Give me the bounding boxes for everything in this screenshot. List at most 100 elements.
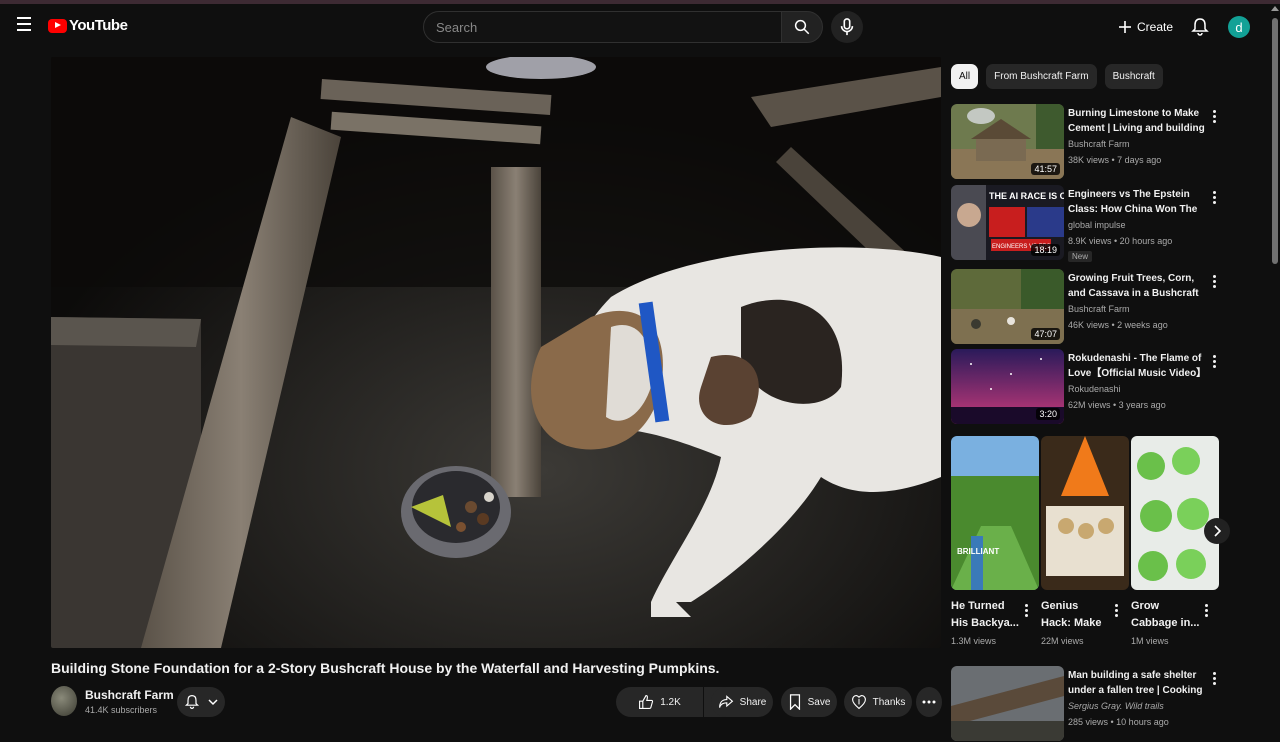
share-icon bbox=[718, 695, 733, 708]
video-thumbnail[interactable]: THE AI RACE IS OVER ENGINEERS VS EPS 18:… bbox=[951, 185, 1064, 260]
more-options-icon[interactable] bbox=[1212, 672, 1216, 685]
recommendation-title[interactable]: Burning Limestone to Make Cement | Livin… bbox=[1068, 106, 1206, 136]
short-views: 22M views bbox=[1041, 636, 1084, 646]
video-thumbnail[interactable]: 3:20 bbox=[951, 349, 1064, 424]
bell-icon bbox=[184, 694, 200, 709]
more-options-icon[interactable] bbox=[1212, 191, 1216, 204]
recommendation-channel[interactable]: Bushcraft Farm bbox=[1068, 304, 1130, 314]
account-avatar[interactable]: d bbox=[1228, 16, 1250, 38]
filter-chips: All From Bushcraft Farm Bushcraft bbox=[951, 64, 1163, 89]
video-thumbnail[interactable]: 41:57 bbox=[951, 104, 1064, 179]
duration-badge: 18:19 bbox=[1031, 244, 1060, 256]
video-frame bbox=[51, 57, 941, 648]
share-button[interactable]: Share bbox=[711, 687, 773, 717]
channel-name[interactable]: Bushcraft Farm bbox=[85, 688, 174, 702]
short-item[interactable]: BRILLIANT He Turned His Backya... 1.3M v… bbox=[951, 436, 1039, 646]
bookmark-icon bbox=[789, 694, 800, 710]
more-options-icon[interactable] bbox=[1212, 110, 1216, 123]
short-views: 1M views bbox=[1131, 636, 1169, 646]
more-options-icon[interactable] bbox=[1212, 355, 1216, 368]
microphone-icon bbox=[840, 18, 854, 36]
recommendation-channel[interactable]: Sergius Gray. Wild trails bbox=[1068, 701, 1164, 711]
owner-row: Bushcraft Farm 41.4K subscribers 1.2K Sh… bbox=[51, 684, 942, 720]
thumbnail-headline: THE AI RACE IS OVER bbox=[989, 191, 1064, 201]
short-thumbnail[interactable] bbox=[1131, 436, 1219, 590]
thanks-label: Thanks bbox=[872, 696, 906, 708]
logo-text: YouTube bbox=[69, 17, 128, 34]
search-button[interactable] bbox=[781, 11, 823, 43]
short-title[interactable]: Grow Cabbage in... bbox=[1131, 598, 1201, 632]
like-button[interactable]: 1.2K bbox=[616, 687, 703, 717]
page-scrollbar[interactable] bbox=[1272, 18, 1278, 264]
more-actions-button[interactable] bbox=[916, 687, 942, 717]
recommendation-meta: 62M views • 3 years ago bbox=[1068, 400, 1166, 410]
more-options-icon[interactable] bbox=[1115, 604, 1118, 617]
chip-all[interactable]: All bbox=[951, 64, 979, 89]
more-horizontal-icon bbox=[922, 700, 936, 704]
chevron-right-icon bbox=[1214, 525, 1222, 537]
video-thumbnail[interactable] bbox=[951, 666, 1064, 741]
short-thumbnail[interactable] bbox=[1041, 436, 1129, 590]
voice-search-button[interactable] bbox=[831, 11, 863, 43]
shorts-next-button[interactable] bbox=[1204, 518, 1230, 544]
youtube-logo[interactable]: YouTube bbox=[48, 17, 128, 34]
short-thumbnail-text: BRILLIANT bbox=[957, 547, 999, 556]
duration-badge: 41:57 bbox=[1031, 163, 1060, 175]
more-options-icon[interactable] bbox=[1025, 604, 1028, 617]
recommendation-item[interactable]: 47:07 Growing Fruit Trees, Corn, and Cas… bbox=[951, 269, 1226, 345]
recommendation-item[interactable]: 41:57 Burning Limestone to Make Cement |… bbox=[951, 104, 1226, 180]
scrollbar-up-arrow[interactable] bbox=[1271, 6, 1279, 11]
recommendation-item[interactable]: THE AI RACE IS OVER ENGINEERS VS EPS 18:… bbox=[951, 185, 1226, 262]
chip-from-channel[interactable]: From Bushcraft Farm bbox=[986, 64, 1097, 89]
notifications-bell-icon[interactable] bbox=[1190, 17, 1210, 37]
recommendation-title[interactable]: Man building a safe shelter under a fall… bbox=[1068, 668, 1206, 698]
create-button[interactable]: Create bbox=[1117, 15, 1173, 39]
recommendation-title[interactable]: Growing Fruit Trees, Corn, and Cassava i… bbox=[1068, 271, 1206, 301]
recommendation-channel[interactable]: global impulse bbox=[1068, 220, 1126, 230]
recommendation-title[interactable]: Engineers vs The Epstein Class: How Chin… bbox=[1068, 187, 1206, 217]
recommendation-meta: 38K views • 7 days ago bbox=[1068, 155, 1162, 165]
recommendation-item[interactable]: 3:20 Rokudenashi - The Flame of Love【Off… bbox=[951, 349, 1226, 425]
shorts-shelf: BRILLIANT He Turned His Backya... 1.3M v… bbox=[951, 436, 1226, 656]
create-label: Create bbox=[1137, 20, 1174, 34]
search-input[interactable] bbox=[436, 19, 781, 35]
subscriber-count: 41.4K subscribers bbox=[85, 705, 158, 715]
search-box[interactable] bbox=[423, 11, 782, 43]
recommendation-channel[interactable]: Rokudenashi bbox=[1068, 384, 1121, 394]
video-thumbnail[interactable]: 47:07 bbox=[951, 269, 1064, 344]
short-item[interactable]: Grow Cabbage in... 1M views bbox=[1131, 436, 1219, 646]
notification-settings-button[interactable] bbox=[177, 687, 225, 717]
recommendation-meta: 285 views • 10 hours ago bbox=[1068, 717, 1169, 727]
channel-avatar[interactable] bbox=[51, 686, 77, 716]
video-player[interactable] bbox=[51, 57, 941, 648]
new-badge: New bbox=[1068, 251, 1093, 262]
chip-bushcraft[interactable]: Bushcraft bbox=[1104, 64, 1163, 89]
duration-badge: 3:20 bbox=[1036, 408, 1060, 420]
recommendation-title[interactable]: Rokudenashi - The Flame of Love【Official… bbox=[1068, 351, 1206, 381]
youtube-play-icon bbox=[48, 18, 67, 33]
save-button[interactable]: Save bbox=[781, 687, 837, 717]
masthead: YouTube Create d bbox=[0, 4, 1280, 48]
plus-icon bbox=[1119, 21, 1131, 33]
hamburger-menu-icon[interactable] bbox=[12, 12, 36, 36]
more-options-icon[interactable] bbox=[1212, 275, 1216, 288]
recommendation-item[interactable]: Man building a safe shelter under a fall… bbox=[951, 666, 1226, 742]
short-thumbnail[interactable]: BRILLIANT bbox=[951, 436, 1039, 590]
thumbs-up-icon bbox=[639, 695, 654, 709]
like-count: 1.2K bbox=[660, 696, 681, 708]
short-views: 1.3M views bbox=[951, 636, 997, 646]
thanks-heart-dollar-icon bbox=[851, 695, 866, 710]
duration-badge: 47:07 bbox=[1031, 328, 1060, 340]
recommendation-meta: 8.9K views • 20 hours ago bbox=[1068, 236, 1173, 246]
recommendation-channel[interactable]: Bushcraft Farm bbox=[1068, 139, 1130, 149]
short-item[interactable]: Genius Hack: Make ... 22M views bbox=[1041, 436, 1129, 646]
short-title[interactable]: Genius Hack: Make ... bbox=[1041, 598, 1111, 632]
recommendation-meta: 46K views • 2 weeks ago bbox=[1068, 320, 1168, 330]
chevron-down-icon bbox=[208, 699, 218, 706]
short-title[interactable]: He Turned His Backya... bbox=[951, 598, 1021, 632]
more-options-icon[interactable] bbox=[1205, 604, 1208, 617]
share-label: Share bbox=[739, 696, 767, 708]
video-title: Building Stone Foundation for a 2-Story … bbox=[51, 660, 720, 676]
search-icon bbox=[794, 19, 810, 35]
thanks-button[interactable]: Thanks bbox=[844, 687, 912, 717]
